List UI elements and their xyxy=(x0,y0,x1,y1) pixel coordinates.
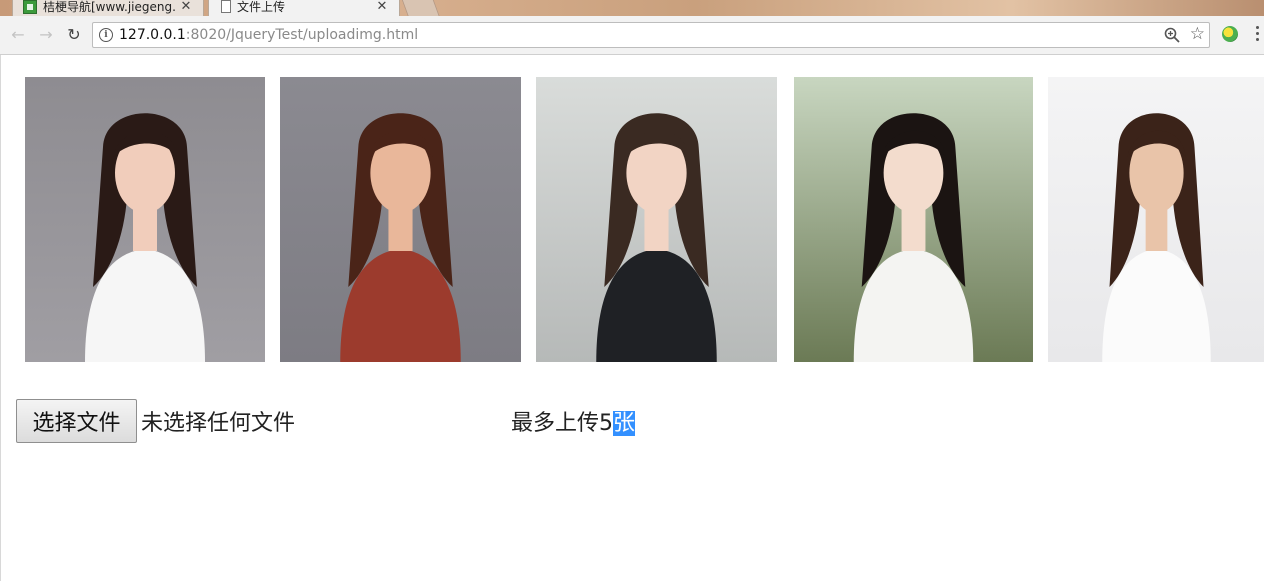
preview-photo xyxy=(280,77,521,362)
page-icon xyxy=(221,0,231,13)
preview-photo xyxy=(1048,77,1264,362)
new-tab-button[interactable] xyxy=(400,0,440,16)
preview-photo xyxy=(25,77,265,362)
upload-limit-text: 最多上传5张 xyxy=(511,411,636,436)
photo-4 xyxy=(794,77,1033,362)
image-gallery xyxy=(1,55,1264,365)
back-arrow-icon[interactable]: ← xyxy=(8,25,28,45)
bookmark-star-icon[interactable]: ☆ xyxy=(1190,24,1205,44)
site-favicon-icon xyxy=(23,0,37,14)
photo-3 xyxy=(536,77,777,362)
browser-toolbar: ← → ↻ i 127.0.0.1:8020/JqueryTest/upload… xyxy=(0,16,1264,55)
tab-strip: 桔梗导航[www.jiegeng. ✕ 文件上传 ✕ xyxy=(0,0,1264,16)
close-icon[interactable]: ✕ xyxy=(375,0,389,14)
photo-5 xyxy=(1048,77,1264,362)
tab-jiegeng[interactable]: 桔梗导航[www.jiegeng. ✕ xyxy=(12,0,204,16)
close-icon[interactable]: ✕ xyxy=(179,0,193,14)
preview-photo xyxy=(794,77,1033,362)
address-bar[interactable]: i 127.0.0.1:8020/JqueryTest/uploadimg.ht… xyxy=(92,22,1210,48)
photo-1 xyxy=(25,77,265,362)
forward-arrow-icon[interactable]: → xyxy=(36,25,56,45)
tab-title: 文件上传 xyxy=(237,0,286,14)
reload-icon[interactable]: ↻ xyxy=(64,25,84,45)
info-icon[interactable]: i xyxy=(99,28,113,42)
extension-icon[interactable] xyxy=(1222,26,1238,42)
tab-file-upload[interactable]: 文件上传 ✕ xyxy=(208,0,400,16)
page-content: 选择文件 未选择任何文件 最多上传5张 xyxy=(0,55,1264,581)
file-status-text: 未选择任何文件 xyxy=(141,411,296,436)
menu-icon[interactable] xyxy=(1256,26,1260,44)
tab-title: 桔梗导航[www.jiegeng. xyxy=(43,0,176,14)
choose-file-button[interactable]: 选择文件 xyxy=(16,399,137,443)
zoom-icon[interactable] xyxy=(1163,26,1181,44)
selected-text: 张 xyxy=(613,411,636,436)
preview-photo xyxy=(536,77,777,362)
photo-2 xyxy=(280,77,521,362)
url-text[interactable]: 127.0.0.1:8020/JqueryTest/uploadimg.html xyxy=(119,27,418,43)
